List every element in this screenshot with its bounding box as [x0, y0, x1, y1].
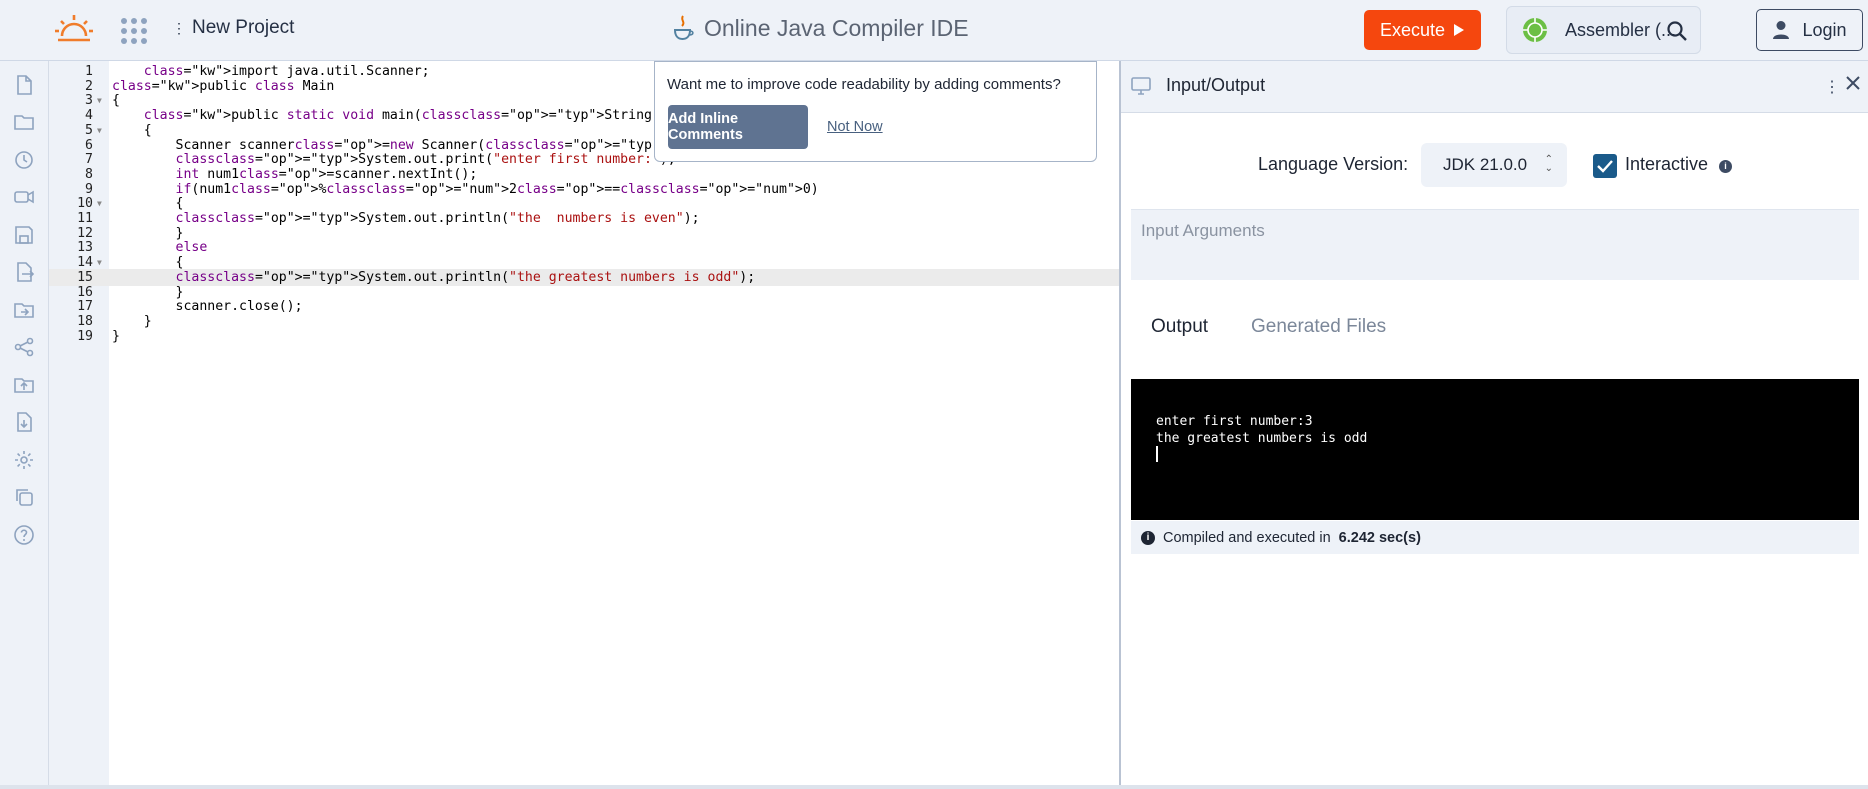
- apps-grid-icon[interactable]: [121, 18, 147, 44]
- logo-icon[interactable]: [54, 12, 94, 48]
- file-icon[interactable]: [12, 73, 36, 97]
- download-icon[interactable]: [12, 410, 36, 434]
- status-prefix: Compiled and executed in: [1163, 529, 1331, 546]
- user-icon: [1773, 21, 1790, 39]
- folder-move-icon[interactable]: [12, 298, 36, 322]
- add-inline-comments-button[interactable]: Add Inline Comments: [668, 105, 808, 149]
- play-icon: [1454, 24, 1465, 36]
- folder-upload-icon[interactable]: [12, 373, 36, 397]
- code-text: }: [112, 328, 120, 344]
- interactive-checkbox[interactable]: [1593, 154, 1617, 178]
- kebab-icon: ⋮: [172, 19, 186, 36]
- input-arguments-field[interactable]: Input Arguments: [1131, 209, 1859, 280]
- info-icon[interactable]: i: [1719, 160, 1732, 173]
- output-line: the greatest numbers is odd: [1156, 431, 1368, 446]
- page-title: Online Java Compiler IDE: [672, 14, 969, 42]
- comment-suggestion-popup: Want me to improve code readability by a…: [654, 61, 1097, 162]
- io-header: Input/Output ⋮: [1121, 61, 1868, 113]
- new-project-label: New Project: [192, 17, 295, 38]
- io-title: Input/Output: [1166, 75, 1266, 95]
- terminal-cursor: [1156, 446, 1158, 462]
- new-project-button[interactable]: ⋮ New Project: [172, 17, 294, 39]
- chevron-updown-icon: ⌃ ⌄: [1544, 154, 1553, 174]
- copy-icon[interactable]: [12, 485, 36, 509]
- line-number: 19: [77, 328, 93, 344]
- title-text: Online Java Compiler IDE: [704, 14, 969, 41]
- tab-output[interactable]: Output: [1151, 316, 1208, 338]
- language-label: Assembler (...: [1565, 19, 1677, 40]
- login-button[interactable]: Login: [1756, 9, 1863, 51]
- top-bar: ⋮ New Project Online Java Compiler IDE E…: [0, 0, 1868, 61]
- popup-question: Want me to improve code readability by a…: [667, 76, 1061, 93]
- share-icon[interactable]: [12, 335, 36, 359]
- check-icon: [1597, 160, 1613, 173]
- interactive-label: Interactive: [1625, 154, 1709, 174]
- search-icon[interactable]: [1666, 20, 1688, 42]
- settings-icon[interactable]: [12, 448, 36, 472]
- close-icon[interactable]: [1843, 73, 1863, 93]
- java-cup-icon: [673, 15, 694, 41]
- execute-button[interactable]: Execute: [1364, 10, 1481, 50]
- output-line: enter first number:3: [1156, 414, 1313, 429]
- code-line[interactable]: 19}: [49, 328, 1119, 346]
- input-arguments-placeholder: Input Arguments: [1141, 221, 1265, 240]
- login-label: Login: [1802, 19, 1847, 40]
- video-icon[interactable]: [12, 185, 36, 209]
- input-output-panel: Input/Output ⋮ Language Version: JDK 21.…: [1121, 61, 1868, 785]
- help-icon[interactable]: [12, 523, 36, 547]
- language-logo-icon: [1523, 18, 1547, 42]
- not-now-link[interactable]: Not Now: [827, 119, 883, 135]
- history-icon[interactable]: [12, 148, 36, 172]
- status-time: 6.242 sec(s): [1338, 529, 1421, 546]
- file-export-icon[interactable]: [12, 260, 36, 284]
- language-version-select[interactable]: JDK 21.0.0 ⌃ ⌄: [1421, 143, 1567, 187]
- save-icon[interactable]: [12, 223, 36, 247]
- language-version-value: JDK 21.0.0: [1443, 155, 1528, 174]
- more-options-icon[interactable]: ⋮: [1824, 77, 1840, 97]
- output-terminal[interactable]: enter first number:3 the greatest number…: [1131, 379, 1859, 520]
- language-selector[interactable]: Assembler (...: [1506, 6, 1701, 54]
- execution-status: i Compiled and executed in 6.242 sec(s): [1131, 521, 1859, 554]
- language-version-label: Language Version:: [1258, 154, 1409, 174]
- tab-generated-files[interactable]: Generated Files: [1251, 316, 1386, 338]
- folder-icon[interactable]: [12, 110, 36, 134]
- code-editor[interactable]: 1 class="kw">import java.util.Scanner; 2 c…: [49, 61, 1119, 785]
- bottom-scrollbar[interactable]: [0, 785, 1868, 789]
- info-icon: i: [1141, 530, 1155, 545]
- execute-label: Execute: [1379, 19, 1446, 40]
- monitor-icon: [1131, 77, 1151, 95]
- left-sidebar: [0, 61, 49, 789]
